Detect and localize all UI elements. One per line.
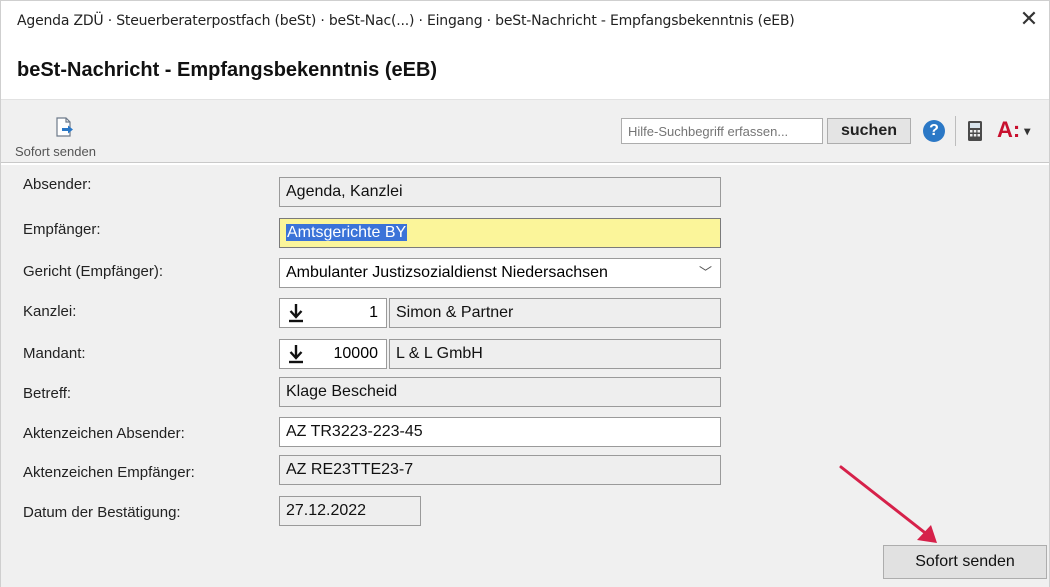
mandant-number: 10000: [333, 345, 379, 362]
absender-label: Absender:: [23, 176, 92, 193]
empfaenger-field[interactable]: Amtsgerichte BY: [279, 218, 721, 248]
window-title: Agenda ZDÜ · Steuerberaterpostfach (beSt…: [17, 13, 795, 29]
datum-field: 27.12.2022: [279, 496, 421, 526]
mandant-name-field: L & L GmbH: [389, 339, 721, 369]
close-icon[interactable]: ✕: [1017, 7, 1041, 31]
gericht-label: Gericht (Empfänger):: [23, 263, 164, 280]
mandant-number-field[interactable]: 10000: [279, 339, 387, 369]
toolbar: Sofort senden suchen ? A:▾: [1, 99, 1049, 163]
kanzlei-number-field[interactable]: 1: [279, 298, 387, 328]
send-document-icon: [56, 117, 73, 137]
page-title: beSt-Nachricht - Empfangsbekenntnis (eEB…: [17, 59, 438, 81]
send-now-button[interactable]: Sofort senden: [883, 545, 1047, 579]
betreff-field: Klage Bescheid: [279, 377, 721, 407]
agenda-logo: A:: [997, 117, 1021, 142]
az-empfaenger-label: Aktenzeichen Empfänger:: [23, 464, 195, 481]
kanzlei-number: 1: [369, 304, 378, 321]
az-empfaenger-field: AZ RE23TTE23-7: [279, 455, 721, 485]
kanzlei-name-field: Simon & Partner: [389, 298, 721, 328]
help-icon[interactable]: ?: [923, 120, 945, 142]
mandant-label: Mandant:: [23, 345, 86, 362]
title-bar: Agenda ZDÜ · Steuerberaterpostfach (beSt…: [1, 1, 1049, 41]
calculator-icon[interactable]: [967, 120, 983, 142]
agenda-menu-icon[interactable]: A: ▾: [997, 116, 1030, 145]
empfaenger-label: Empfänger:: [23, 221, 101, 238]
az-absender-field[interactable]: AZ TR3223-223-45: [279, 417, 721, 447]
help-search-input[interactable]: [621, 118, 823, 144]
gericht-select[interactable]: Ambulanter Justizsozialdienst Niedersach…: [279, 258, 721, 288]
datum-label: Datum der Bestätigung:: [23, 504, 181, 521]
toolbar-send-label: Sofort senden: [15, 144, 96, 159]
dialog-window: Agenda ZDÜ · Steuerberaterpostfach (beSt…: [0, 0, 1050, 587]
chevron-down-icon: ﹀: [698, 265, 712, 280]
toolbar-divider: [955, 116, 956, 146]
kanzlei-label: Kanzlei:: [23, 303, 77, 320]
chevron-down-icon: ▾: [1024, 124, 1031, 139]
absender-field: Agenda, Kanzlei: [279, 177, 721, 207]
lookup-arrow-icon[interactable]: [288, 302, 304, 324]
toolbar-send-button[interactable]: Sofort senden: [15, 106, 115, 159]
lookup-arrow-icon[interactable]: [288, 343, 304, 365]
az-absender-label: Aktenzeichen Absender:: [23, 425, 185, 442]
gericht-value: Ambulanter Justizsozialdienst Niedersach…: [286, 264, 608, 281]
search-button[interactable]: suchen: [827, 118, 911, 144]
betreff-label: Betreff:: [23, 385, 72, 402]
empfaenger-value: Amtsgerichte BY: [286, 224, 408, 241]
annotation-arrow-icon: [839, 465, 937, 543]
